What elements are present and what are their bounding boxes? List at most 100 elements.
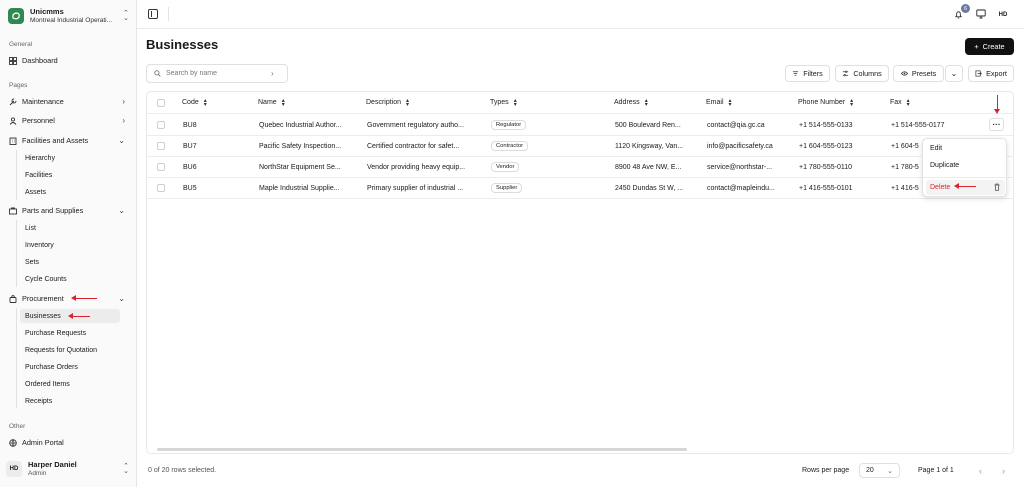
- sidebar-toggle-icon[interactable]: [148, 9, 158, 19]
- type-tag: Regulator: [491, 120, 527, 130]
- sidebar-subitem-list[interactable]: List: [20, 221, 120, 235]
- row-actions-button[interactable]: ···: [989, 118, 1004, 131]
- menu-item-edit[interactable]: Edit: [926, 141, 1005, 156]
- submenu-line: [16, 220, 17, 287]
- chevron-right-icon: ›: [122, 116, 125, 125]
- sidebar-item-personnel[interactable]: Personnel ›: [4, 113, 132, 128]
- sidebar-subitem-purchase-requests[interactable]: Purchase Requests: [20, 326, 120, 340]
- table-row[interactable]: BU7 Pacific Safety Inspection... Certifi…: [147, 136, 1013, 157]
- cell-phone: +1 416-555-0101: [799, 184, 853, 192]
- sidebar-subitem-receipts[interactable]: Receipts: [20, 394, 120, 408]
- columns-label: Columns: [853, 69, 882, 78]
- cell-name: Quebec Industrial Author...: [259, 121, 342, 129]
- sidebar-item-facilities-and-assets[interactable]: Facilities and Assets ⌄: [4, 133, 132, 148]
- sidebar-item-admin-portal[interactable]: Admin Portal: [4, 435, 132, 450]
- column-header-email[interactable]: Email ▴ ▾: [706, 92, 732, 113]
- sidebar-item-parts-and-supplies[interactable]: Parts and Supplies ⌄: [4, 203, 132, 218]
- column-header-code[interactable]: Code ▴ ▾: [182, 92, 207, 113]
- presets-dropdown-button[interactable]: ⌄: [945, 65, 963, 82]
- sort-icon: ▴ ▾: [406, 97, 410, 108]
- row-checkbox[interactable]: [157, 163, 165, 171]
- cell-email: info@pacificsafety.ca: [707, 142, 773, 150]
- row-actions-menu: Edit Duplicate Delete: [922, 138, 1008, 197]
- presets-button[interactable]: Presets: [893, 65, 944, 82]
- create-button[interactable]: + Create: [965, 38, 1014, 55]
- column-header-phone[interactable]: Phone Number ▴ ▾: [798, 92, 853, 113]
- row-checkbox-cell: [157, 136, 165, 156]
- horizontal-scrollbar[interactable]: [157, 448, 687, 451]
- sidebar-item-label: Procurement: [22, 294, 64, 303]
- sidebar-item-label: Facilities and Assets: [22, 136, 89, 145]
- next-page-button[interactable]: ›: [997, 464, 1010, 477]
- cell-name: Pacific Safety Inspection...: [259, 142, 342, 150]
- table-row[interactable]: BU5 Maple Industrial Supplie... Primary …: [147, 178, 1013, 199]
- sidebar-subitem-requests-for-quotation[interactable]: Requests for Quotation: [20, 343, 120, 357]
- menu-item-delete[interactable]: Delete: [926, 180, 1005, 195]
- column-header-label: Address: [614, 99, 640, 106]
- table-row[interactable]: BU6 NorthStar Equipment Se... Vendor pro…: [147, 157, 1013, 178]
- table-row[interactable]: BU8 Quebec Industrial Author... Governme…: [147, 115, 1013, 136]
- filter-icon: [793, 71, 799, 76]
- column-header-description[interactable]: Description ▴ ▾: [366, 92, 409, 113]
- search-box[interactable]: ›: [146, 64, 288, 83]
- cell-description: Primary supplier of industrial ...: [367, 184, 464, 192]
- cell-address: 500 Boulevard Ren...: [615, 121, 681, 129]
- sidebar-subitem-inventory[interactable]: Inventory: [20, 238, 120, 252]
- annotation-arrow: [71, 295, 97, 301]
- search-icon: [154, 70, 161, 77]
- column-header-fax[interactable]: Fax ▴ ▾: [890, 92, 910, 113]
- column-header-label: Types: [490, 99, 509, 106]
- chevrons-up-down-icon: ⌃ ⌄: [123, 10, 129, 22]
- sort-icon: ▴ ▾: [644, 97, 648, 108]
- export-label: Export: [986, 69, 1007, 78]
- sidebar-subitem-ordered-items[interactable]: Ordered Items: [20, 377, 120, 391]
- filters-button[interactable]: Filters: [785, 65, 830, 82]
- cell-email: contact@qia.gc.ca: [707, 121, 765, 129]
- page-info: Page 1 of 1: [918, 467, 954, 474]
- cell-phone: +1 780-555-0110: [799, 163, 852, 171]
- presets-label: Presets: [911, 69, 937, 78]
- sidebar-subitem-assets[interactable]: Assets: [20, 185, 120, 199]
- row-checkbox[interactable]: [157, 142, 165, 150]
- sidebar-item-maintenance[interactable]: Maintenance ›: [4, 94, 132, 109]
- menu-item-duplicate[interactable]: Duplicate: [926, 158, 1005, 173]
- header-avatar[interactable]: HD: [995, 7, 1011, 22]
- prev-page-button[interactable]: ‹: [974, 464, 987, 477]
- user-menu[interactable]: HD Harper Daniel Admin ⌃ ⌄: [6, 459, 130, 479]
- sort-icon: ▴ ▾: [906, 97, 910, 108]
- sidebar-item-label: Parts and Supplies: [22, 206, 84, 215]
- rows-per-page-label: Rows per page: [802, 467, 850, 474]
- cell-address: 1120 Kingsway, Van...: [615, 142, 684, 150]
- monitor-icon[interactable]: [976, 9, 987, 19]
- sidebar-subitem-purchase-orders[interactable]: Purchase Orders: [20, 360, 120, 374]
- globe-icon: [9, 438, 17, 447]
- sidebar-subitem-sets[interactable]: Sets: [20, 255, 120, 269]
- plus-icon: +: [974, 42, 979, 51]
- select-all-checkbox[interactable]: [157, 98, 165, 107]
- sort-icon: ▴ ▾: [513, 97, 517, 108]
- row-checkbox[interactable]: [157, 184, 165, 192]
- sidebar-item-procurement[interactable]: Procurement ⌄: [4, 291, 132, 306]
- cell-types: Contractor: [491, 136, 529, 156]
- sidebar-item-dashboard[interactable]: Dashboard: [4, 53, 132, 68]
- cell-code: BU6: [183, 163, 197, 171]
- sidebar-subitem-hierarchy[interactable]: Hierarchy: [20, 151, 120, 165]
- column-header-label: Phone Number: [798, 99, 846, 106]
- column-header-label: Code: [182, 99, 199, 106]
- org-switcher[interactable]: Unicmms Montreal Industrial Operati... ⌃…: [8, 6, 130, 26]
- columns-button[interactable]: Columns: [835, 65, 889, 82]
- search-input[interactable]: [166, 70, 271, 77]
- sidebar-subitem-facilities[interactable]: Facilities: [20, 168, 120, 182]
- row-checkbox[interactable]: [157, 121, 165, 129]
- column-header-types[interactable]: Types ▴ ▾: [490, 92, 517, 113]
- sidebar-subitem-cycle-counts[interactable]: Cycle Counts: [20, 272, 120, 286]
- cell-types: Supplier: [491, 178, 523, 198]
- column-header-address[interactable]: Address ▴ ▾: [614, 92, 648, 113]
- chevron-down-icon: ⌄: [950, 68, 958, 78]
- rows-per-page-select[interactable]: 20 ⌄: [859, 463, 900, 478]
- export-icon: [975, 70, 983, 77]
- dashboard-icon: [9, 56, 17, 65]
- columns-icon: [843, 70, 849, 77]
- export-button[interactable]: Export: [968, 65, 1014, 82]
- column-header-name[interactable]: Name ▴ ▾: [258, 92, 285, 113]
